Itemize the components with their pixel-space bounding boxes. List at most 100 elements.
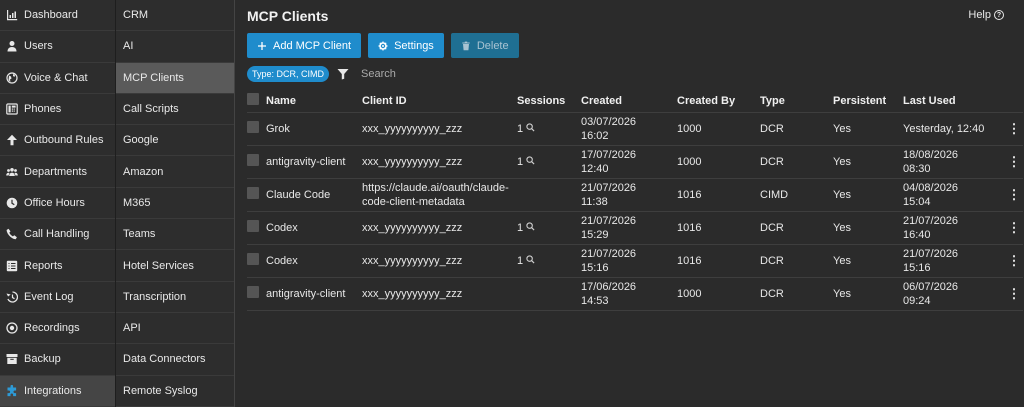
subnav-item-call-scripts[interactable]: Call Scripts [116, 94, 234, 126]
subnav-item-mcp-clients[interactable]: MCP Clients [116, 62, 234, 94]
table-row[interactable]: Codex xxx_yyyyyyyyyy_zzz 1 21/07/2026 15:29 1… [247, 212, 1023, 245]
sidebar-item-phones[interactable]: Phones [0, 94, 115, 126]
table-row[interactable]: Grok xxx_yyyyyyyyyy_zzz 1 03/07/2026 16:02 10… [247, 113, 1023, 146]
column-header-created-by[interactable]: Created By [677, 94, 760, 108]
subnav-item-crm[interactable]: CRM [116, 0, 234, 32]
sidebar-item-users[interactable]: Users [0, 31, 115, 63]
row-menu-cell: ⋮ [1005, 253, 1023, 269]
phone-device-icon [6, 103, 18, 115]
created-line: 21/07/2026 [581, 215, 637, 227]
subnav-item-transcription[interactable]: Transcription [116, 282, 234, 313]
table-row[interactable]: Claude Code https://claude.ai/oauth/claud… [247, 179, 1023, 212]
add-mcp-client-label: Add MCP Client [273, 39, 352, 52]
table-row[interactable]: antigravity-client xxx_yyyyyyyyyy_zzz 1 17/… [247, 146, 1023, 179]
subnav-item-data-connectors[interactable]: Data Connectors [116, 344, 234, 376]
persistent-flag: Yes [833, 222, 851, 234]
group-icon [6, 166, 18, 178]
column-header-client-id[interactable]: Client ID [362, 94, 517, 108]
more-vertical-icon[interactable]: ⋮ [1008, 253, 1021, 268]
last-used: Yesterday, 12:40 [903, 122, 1005, 136]
more-vertical-icon[interactable]: ⋮ [1008, 187, 1021, 202]
more-vertical-icon[interactable]: ⋮ [1008, 121, 1021, 136]
delete-button[interactable]: Delete [450, 33, 519, 58]
last-used: 18/08/2026 08:30 [903, 148, 1005, 176]
puzzle-icon [6, 384, 18, 397]
type-filter-chip[interactable]: Type: DCR, CIMD [247, 66, 330, 82]
created-line: 03/07/2026 [581, 116, 637, 128]
sidebar-item-label: Voice & Chat [24, 71, 88, 84]
sidebar-item-integrations[interactable]: Integrations [0, 375, 115, 407]
clock-icon [6, 197, 18, 209]
table-row[interactable]: antigravity-client xxx_yyyyyyyyyy_zzz 17/0… [247, 278, 1023, 311]
column-header-last-used[interactable]: Last Used [903, 94, 1005, 108]
settings-button[interactable]: Settings [368, 33, 444, 58]
sidebar-item-office-hours[interactable]: Office Hours [0, 188, 115, 220]
persistent-flag: Yes [833, 189, 851, 201]
client-id: xxx_yyyyyyyyyy_zzz [362, 156, 463, 168]
sidebar-item-label: Outbound Rules [24, 134, 104, 147]
row-menu-cell: ⋮ [1005, 220, 1023, 236]
row-checkbox[interactable] [247, 187, 259, 199]
more-vertical-icon[interactable]: ⋮ [1008, 286, 1021, 301]
client-name: antigravity-client [266, 288, 346, 300]
created-by: 1016 [677, 189, 702, 201]
column-header-created[interactable]: Created [581, 94, 677, 108]
more-vertical-icon[interactable]: ⋮ [1008, 154, 1021, 169]
subnav-item-ai[interactable]: AI [116, 31, 234, 63]
sidebar-item-departments[interactable]: Departments [0, 156, 115, 188]
select-all-checkbox[interactable] [247, 92, 259, 105]
subnav-item-remote-syslog[interactable]: Remote Syslog [116, 376, 234, 407]
sidebar-item-voice-chat[interactable]: Voice & Chat [0, 63, 115, 94]
created-date: 03/07/2026 16:02 [581, 115, 677, 143]
created-line: 21/07/2026 [581, 248, 637, 260]
sessions-count: 1 [517, 222, 524, 234]
created-date: 17/06/2026 14:53 [581, 280, 677, 308]
sidebar-item-label: Users [24, 40, 53, 53]
sidebar-item-backup[interactable]: Backup [0, 344, 115, 376]
subnav-item-teams[interactable]: Teams [116, 219, 234, 251]
subnav-item-api[interactable]: API [116, 313, 234, 345]
sidebar-item-label: Departments [24, 165, 87, 178]
main-content: MCP Clients Help ? Add MCP Client Settin… [235, 0, 1024, 407]
last-used-line: 06/07/2026 [903, 281, 959, 293]
created-line: 15:16 [581, 262, 609, 274]
sessions-cell: 1 [517, 155, 581, 169]
subnav-item-google[interactable]: Google [116, 125, 234, 157]
row-checkbox[interactable] [247, 253, 259, 265]
add-mcp-client-button[interactable]: Add MCP Client [247, 33, 362, 58]
column-header-persistent[interactable]: Persistent [833, 94, 903, 108]
row-checkbox[interactable] [247, 220, 259, 232]
sidebar-item-event-log[interactable]: Event Log [0, 282, 115, 313]
magnifier-icon[interactable] [526, 254, 535, 268]
column-header-type[interactable]: Type [760, 94, 833, 108]
sidebar-item-reports[interactable]: Reports [0, 250, 115, 282]
filter-icon[interactable] [337, 68, 349, 80]
column-header-name[interactable]: Name [266, 94, 362, 108]
row-checkbox[interactable] [247, 154, 259, 166]
history-icon [6, 291, 18, 303]
subnav-item-m365[interactable]: M365 [116, 188, 234, 220]
table-row[interactable]: Codex xxx_yyyyyyyyyy_zzz 1 21/07/2026 15:16 1… [247, 245, 1023, 278]
client-type: DCR [760, 255, 784, 267]
toolbar: Add MCP Client Settings Delete [247, 33, 519, 58]
client-name: antigravity-client [266, 156, 346, 168]
row-checkbox[interactable] [247, 286, 259, 298]
subnav-item-hotel-services[interactable]: Hotel Services [116, 250, 234, 282]
sidebar-item-dashboard[interactable]: Dashboard [0, 0, 115, 32]
row-menu-cell: ⋮ [1005, 286, 1023, 302]
subnav-item-amazon[interactable]: Amazon [116, 156, 234, 188]
search-input[interactable] [361, 68, 562, 80]
magnifier-icon[interactable] [526, 155, 535, 169]
magnifier-icon[interactable] [526, 122, 535, 136]
more-vertical-icon[interactable]: ⋮ [1008, 220, 1021, 235]
sidebar-item-call-handling[interactable]: Call Handling [0, 219, 115, 251]
sidebar-item-outbound-rules[interactable]: Outbound Rules [0, 125, 115, 157]
column-header-sessions[interactable]: Sessions [517, 94, 581, 108]
gear-icon [378, 41, 388, 50]
magnifier-icon[interactable] [526, 221, 535, 235]
sidebar-item-recordings[interactable]: Recordings [0, 313, 115, 345]
last-used: 21/07/2026 16:40 [903, 214, 1005, 242]
row-checkbox[interactable] [247, 121, 259, 133]
row-checkbox-cell [247, 253, 266, 269]
help-link[interactable]: Help ? [968, 9, 1004, 21]
